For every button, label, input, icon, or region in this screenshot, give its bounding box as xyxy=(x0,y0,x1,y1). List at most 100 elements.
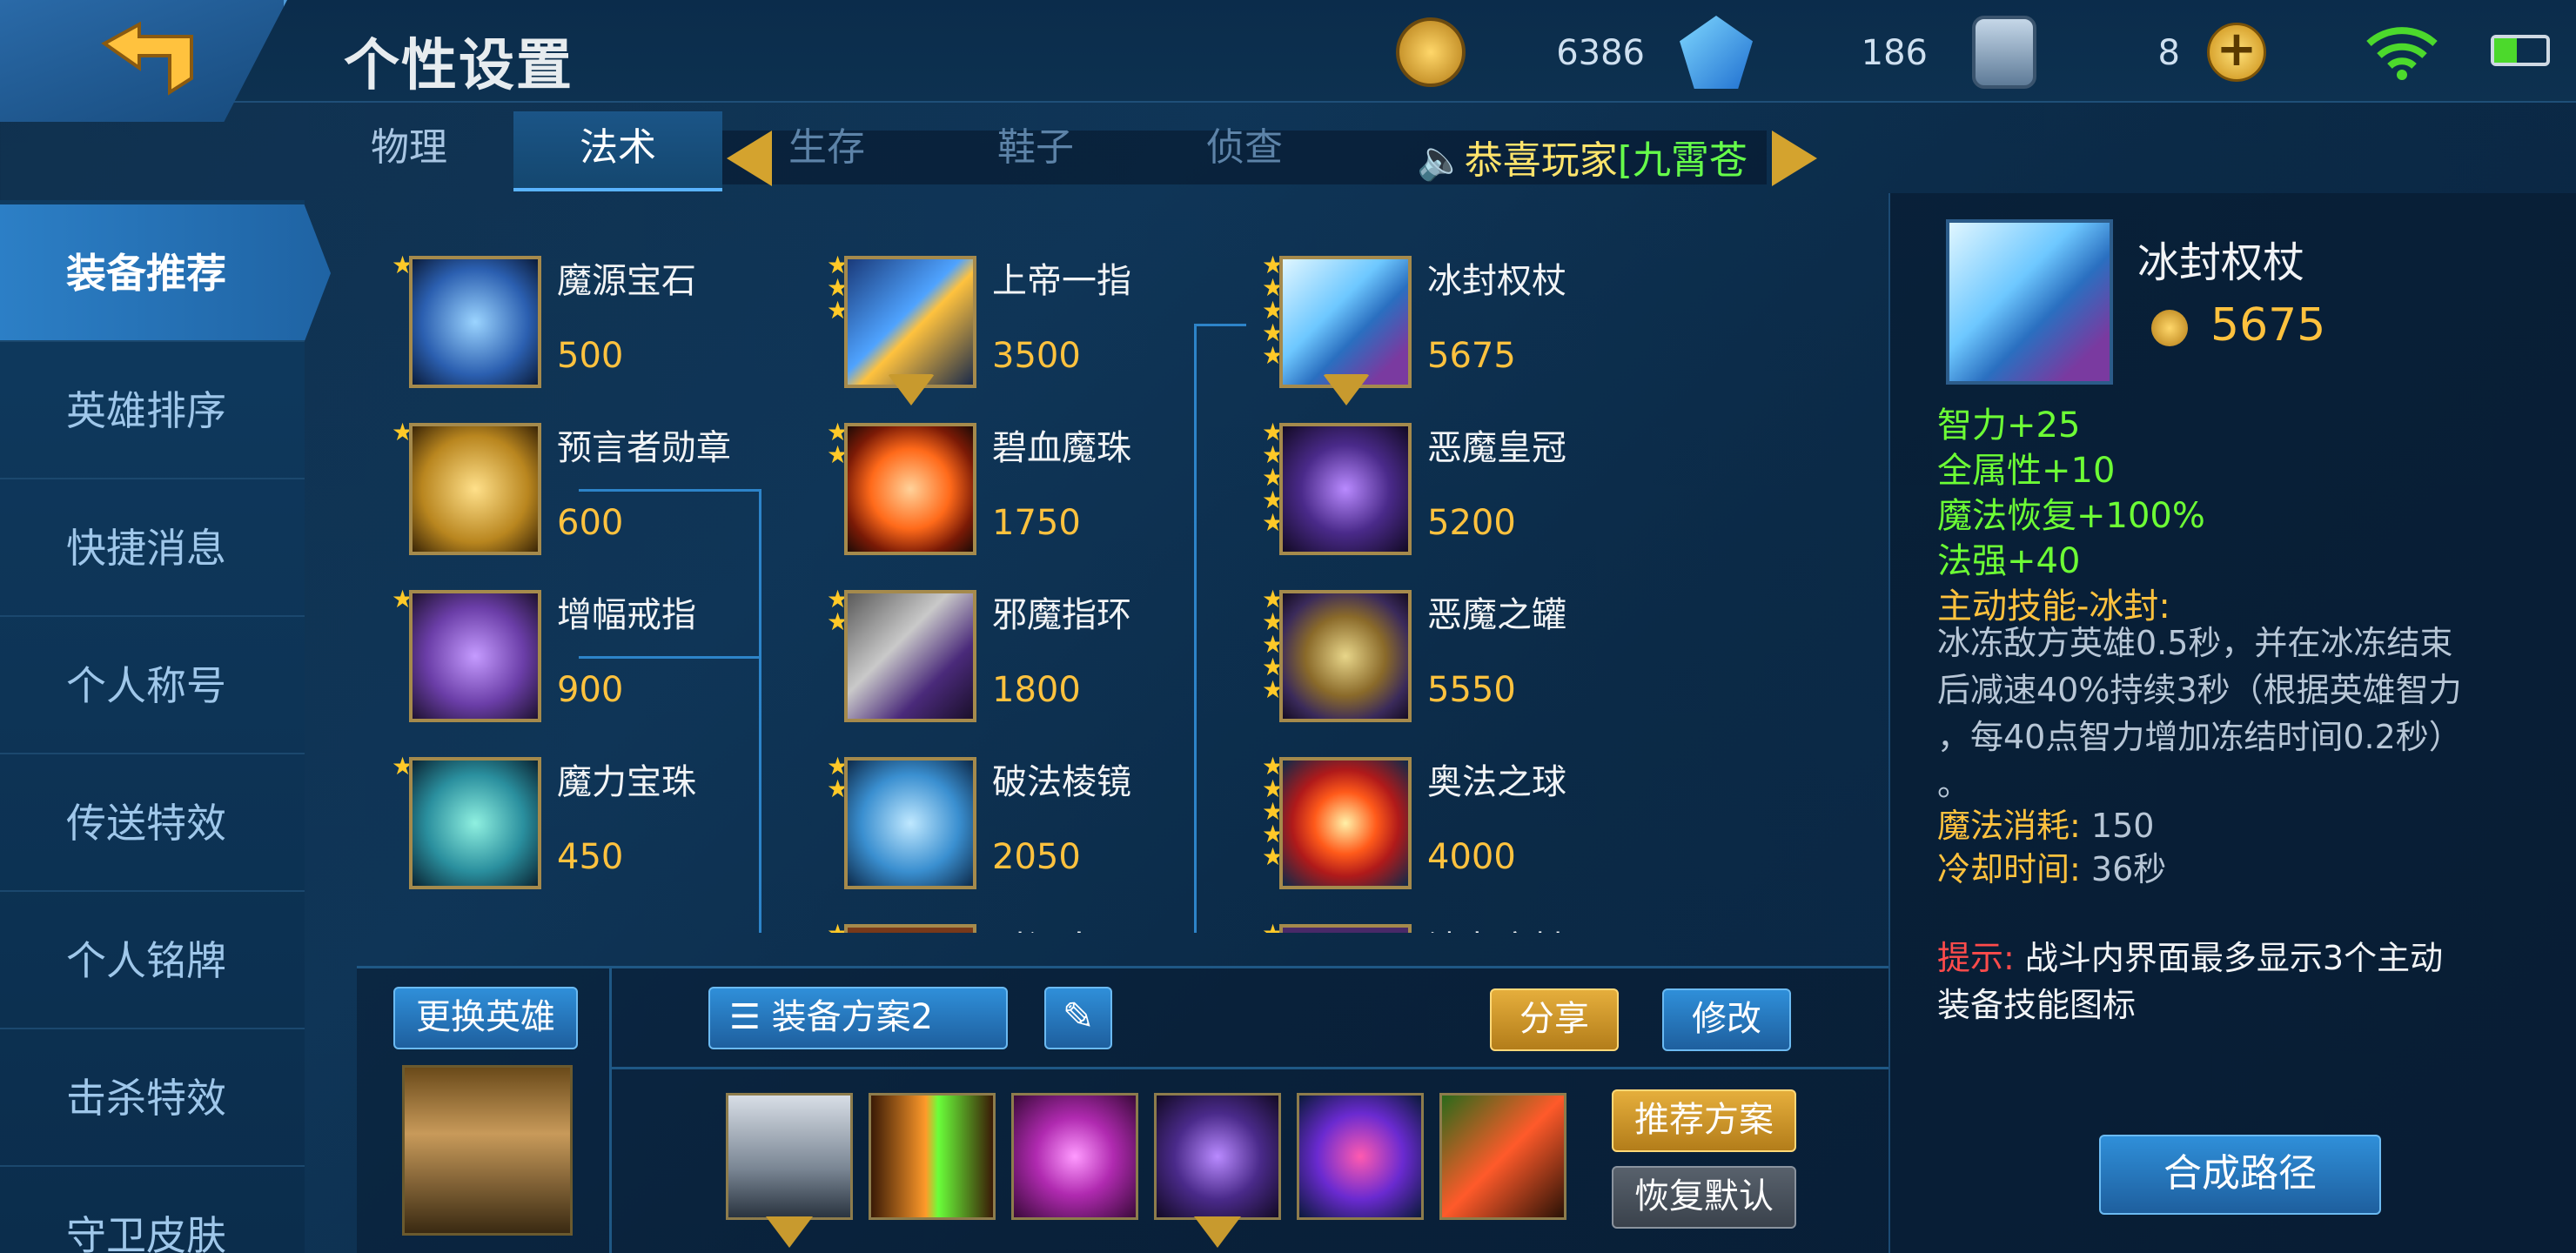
diamond-count: 186 xyxy=(1861,33,1928,73)
evil-ring-icon xyxy=(844,590,976,722)
nav-kill-effect[interactable]: 击杀特效 xyxy=(0,1029,305,1167)
pharaoh-staff-icon xyxy=(1279,924,1412,933)
hero-avatar[interactable] xyxy=(402,1065,573,1236)
loadout-slot-claw[interactable] xyxy=(1011,1093,1138,1220)
loadout-slot-demon-crown[interactable] xyxy=(1154,1093,1281,1220)
item-card[interactable]: ★ ★ ★ 上帝一指 3500 xyxy=(740,245,1175,405)
tab-scroll-left-icon[interactable] xyxy=(727,131,772,186)
item-card[interactable]: ★ 增幅戒指 900 xyxy=(305,580,740,727)
demon-jar-icon xyxy=(1279,590,1412,722)
cooldown-value: 36秒 xyxy=(2090,850,2167,888)
page-title: 个性设置 xyxy=(344,34,574,98)
item-price: 3500 xyxy=(992,336,1081,376)
spell-prism-icon xyxy=(844,757,976,889)
time-crown-icon xyxy=(844,924,976,933)
god-finger-icon xyxy=(844,256,976,388)
demon-crown-icon xyxy=(1279,423,1412,555)
item-name: 碧血魔珠 xyxy=(992,428,1131,468)
voucher-icon xyxy=(1972,16,2036,89)
nav-personal-title[interactable]: 个人称号 xyxy=(0,617,305,754)
change-hero-button[interactable]: 更换英雄 xyxy=(393,987,578,1049)
equipped-badge-icon xyxy=(1323,374,1370,405)
tab-shoes[interactable]: 鞋子 xyxy=(931,111,1140,191)
back-arrow-icon xyxy=(101,21,193,96)
mana-cost-value: 150 xyxy=(2090,807,2155,845)
item-price: 4000 xyxy=(1427,837,1516,877)
item-card[interactable]: ★ ★ 邪魔指环 1800 xyxy=(740,580,1175,727)
list-icon: ☰ xyxy=(729,997,772,1037)
loadout-slot-sword[interactable] xyxy=(869,1093,996,1220)
item-name: 上帝一指 xyxy=(992,261,1131,301)
arcane-orb-icon xyxy=(1279,757,1412,889)
item-price: 1800 xyxy=(992,670,1081,710)
item-name: 邪魔指环 xyxy=(992,595,1131,635)
nav-ward-skin[interactable]: 守卫皮肤 xyxy=(0,1167,305,1253)
nav-quick-message[interactable]: 快捷消息 xyxy=(0,479,305,617)
notice-text: 恭喜玩家 xyxy=(1464,138,1618,183)
pencil-icon: ✎ xyxy=(1062,995,1095,1039)
item-price: 2050 xyxy=(992,837,1081,877)
item-price: 5675 xyxy=(1427,336,1516,376)
item-card[interactable]: ★ ★ 破法棱镜 2050 xyxy=(740,747,1175,895)
item-name: 恶魔之罐 xyxy=(1427,595,1566,635)
stat-line: 智力+25 xyxy=(1937,405,2081,446)
loadout-slot-leaf[interactable] xyxy=(1439,1093,1566,1220)
tab-physical[interactable]: 物理 xyxy=(305,111,513,191)
left-nav: 装备推荐 英雄排序 快捷消息 个人称号 传送特效 个人铭牌 击杀特效 守卫皮肤 xyxy=(0,200,331,1253)
item-price: 450 xyxy=(557,837,624,877)
item-card[interactable]: ★ ★ ★ ★ ★ 奥法之球 4000 xyxy=(1175,747,1610,895)
item-card[interactable]: ★★★★★ 法老魔杖 xyxy=(1175,914,1610,933)
recommend-plan-button[interactable]: 推荐方案 xyxy=(1612,1089,1796,1152)
mana-orb-icon xyxy=(409,757,541,889)
tab-scout[interactable]: 侦查 xyxy=(1140,111,1349,191)
broadcast-notice: 🔈恭喜玩家[九霄苍 xyxy=(1417,129,1748,184)
nav-equipment-recommend[interactable]: 装备推荐 xyxy=(0,204,331,342)
share-button[interactable]: 分享 xyxy=(1490,988,1619,1051)
equipment-grid: ★ 魔源宝石 500 ★ 预言者勋章 600 ★ 增幅戒指 900 ★ 魔力宝珠… xyxy=(305,193,1888,933)
add-currency-button[interactable]: + xyxy=(2207,23,2266,82)
modify-button[interactable]: 修改 xyxy=(1662,988,1791,1051)
active-skill-desc: 冰冻敌方英雄0.5秒，并在冰冻结束 xyxy=(1937,624,2453,662)
active-skill-desc: ，每40点智力增加冻结时间0.2秒） xyxy=(1937,718,2462,756)
frost-scepter-icon xyxy=(1279,256,1412,388)
loadout-slot-mask[interactable] xyxy=(1297,1093,1424,1220)
edit-button[interactable]: ✎ xyxy=(1044,987,1112,1049)
nav-hero-sort[interactable]: 英雄排序 xyxy=(0,342,305,479)
item-card[interactable]: ★ ★ ★ ★ ★ 恶魔皇冠 5200 xyxy=(1175,412,1610,560)
nav-teleport-effect[interactable]: 传送特效 xyxy=(0,754,305,892)
item-card[interactable]: ★ 魔力宝珠 450 xyxy=(305,747,740,895)
item-card[interactable]: ★ ★ ★ ★ ★ 恶魔之罐 5550 xyxy=(1175,580,1610,727)
tab-magic[interactable]: 法术 xyxy=(513,111,722,191)
back-button[interactable] xyxy=(0,0,287,122)
cooldown-label: 冷却时间: xyxy=(1937,850,2081,888)
nav-name-plate[interactable]: 个人铭牌 xyxy=(0,892,305,1029)
gold-coin-icon xyxy=(2151,310,2188,346)
prophet-medal-icon xyxy=(409,423,541,555)
gold-coin-icon xyxy=(1396,17,1466,87)
loadout-slot-boots[interactable] xyxy=(726,1093,853,1220)
plan-select-button[interactable]: ☰ 装备方案2 xyxy=(708,987,1008,1049)
item-card[interactable]: ★ 预言者勋章 600 xyxy=(305,412,740,560)
blood-orb-icon xyxy=(844,423,976,555)
item-card[interactable]: ★★ 时间皇冠 xyxy=(740,914,1175,933)
tab-scroll-right-icon[interactable] xyxy=(1772,131,1817,186)
item-name: 奥法之球 xyxy=(1427,762,1566,802)
item-price: 600 xyxy=(557,503,624,543)
active-skill-desc: 后减速40%持续3秒（根据英雄智力 xyxy=(1937,671,2462,709)
cooldown: 冷却时间: 36秒 xyxy=(1937,846,2166,893)
item-name: 恶魔皇冠 xyxy=(1427,428,1566,468)
tip-text: 提示: 战斗内界面最多显示3个主动 xyxy=(1937,935,2443,982)
gold-coin-count: 6386 xyxy=(1556,33,1645,73)
equipped-badge-icon xyxy=(888,374,935,405)
item-card[interactable]: ★ ★ ★ ★ ★ 冰封权杖 5675 xyxy=(1175,245,1610,405)
craft-path-button[interactable]: 合成路径 xyxy=(2099,1135,2381,1215)
wifi-icon xyxy=(2366,27,2438,80)
item-name: 时间皇冠 xyxy=(992,921,1131,933)
item-name: 法老魔杖 xyxy=(1427,921,1566,933)
amplify-ring-icon xyxy=(409,590,541,722)
item-name: 破法棱镜 xyxy=(992,762,1131,802)
battery-icon xyxy=(2491,35,2550,66)
item-card[interactable]: ★ 魔源宝石 500 xyxy=(305,245,740,393)
item-card[interactable]: ★ ★ 碧血魔珠 1750 xyxy=(740,412,1175,560)
restore-default-button[interactable]: 恢复默认 xyxy=(1612,1166,1796,1229)
